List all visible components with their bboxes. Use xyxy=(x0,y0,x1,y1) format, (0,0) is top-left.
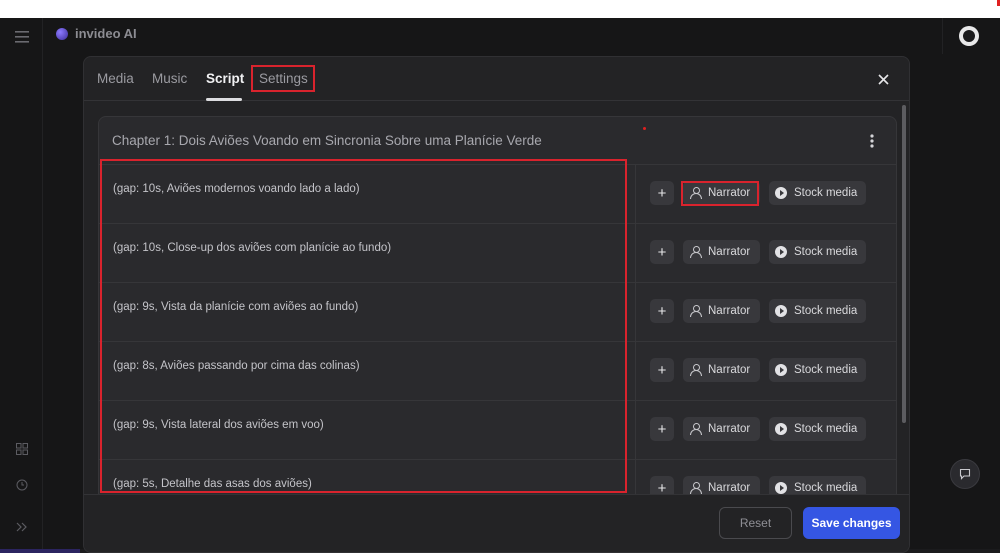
script-scroll-area[interactable]: Chapter 1: Dois Aviões Voando em Sincron… xyxy=(98,116,897,494)
row-divider xyxy=(635,460,636,494)
script-line[interactable]: (gap: 8s, Aviões passando por cima das c… xyxy=(113,360,633,372)
more-vertical-icon[interactable] xyxy=(864,130,880,152)
play-icon xyxy=(775,305,787,317)
bottom-accent xyxy=(0,549,80,553)
script-row: (gap: 10s, Aviões modernos voando lado a… xyxy=(99,165,896,224)
script-line[interactable]: (gap: 10s, Aviões modernos voando lado a… xyxy=(113,183,633,195)
chat-icon[interactable] xyxy=(950,459,980,489)
script-row: (gap: 5s, Detalhe das asas dos aviões) +… xyxy=(99,460,896,494)
script-line[interactable]: (gap: 9s, Vista da planície com aviões a… xyxy=(113,301,633,313)
person-icon xyxy=(690,246,702,258)
narrator-label: Narrator xyxy=(708,364,751,376)
stock-media-label: Stock media xyxy=(794,187,858,199)
person-icon xyxy=(690,364,702,376)
brand[interactable]: invideo AI xyxy=(56,26,137,41)
top-bar: invideo AI xyxy=(43,18,1000,54)
add-button[interactable]: + xyxy=(650,417,674,441)
left-rail xyxy=(0,18,43,553)
script-row: (gap: 9s, Vista da planície com aviões a… xyxy=(99,283,896,342)
play-icon xyxy=(775,364,787,376)
narrator-label: Narrator xyxy=(708,305,751,317)
script-row: (gap: 10s, Close-up dos aviões com planí… xyxy=(99,224,896,283)
narrator-label: Narrator xyxy=(708,423,751,435)
modal-tabs: Media Music Script Settings xyxy=(84,57,909,101)
script-line[interactable]: (gap: 5s, Detalhe das asas dos aviões) xyxy=(113,478,633,490)
edit-modal: Media Music Script Settings Chapter 1: D… xyxy=(83,56,910,553)
chapter-header: Chapter 1: Dois Aviões Voando em Sincron… xyxy=(99,117,896,165)
row-divider xyxy=(635,165,636,223)
play-icon xyxy=(775,482,787,494)
stock-media-button[interactable]: Stock media xyxy=(769,299,866,323)
play-icon xyxy=(775,423,787,435)
narrator-label: Narrator xyxy=(708,246,751,258)
stock-media-label: Stock media xyxy=(794,246,858,258)
active-tab-indicator xyxy=(206,98,242,101)
brand-logo-icon xyxy=(56,27,68,40)
stock-media-label: Stock media xyxy=(794,423,858,435)
add-button[interactable]: + xyxy=(650,476,674,494)
person-icon xyxy=(690,482,702,494)
add-button[interactable]: + xyxy=(650,181,674,205)
expand-icon[interactable] xyxy=(12,517,32,537)
person-icon xyxy=(690,187,702,199)
tab-music[interactable]: Music xyxy=(152,71,187,86)
stock-media-label: Stock media xyxy=(794,305,858,317)
menu-icon[interactable] xyxy=(12,27,32,47)
tab-settings[interactable]: Settings xyxy=(259,71,308,86)
row-divider xyxy=(635,283,636,341)
person-icon xyxy=(690,305,702,317)
narrator-button[interactable]: Narrator xyxy=(683,476,760,494)
script-row: (gap: 9s, Vista lateral dos aviões em vo… xyxy=(99,401,896,460)
grid-icon[interactable] xyxy=(12,439,32,459)
chapter-title: Chapter 1: Dois Aviões Voando em Sincron… xyxy=(112,133,542,148)
scrollbar-thumb[interactable] xyxy=(902,105,906,423)
tab-script[interactable]: Script xyxy=(206,71,244,86)
play-icon xyxy=(775,187,787,199)
script-line[interactable]: (gap: 9s, Vista lateral dos aviões em vo… xyxy=(113,419,633,431)
row-divider xyxy=(635,401,636,459)
stock-media-button[interactable]: Stock media xyxy=(769,181,866,205)
narrator-button[interactable]: Narrator xyxy=(683,417,760,441)
stock-media-label: Stock media xyxy=(794,364,858,376)
narrator-button[interactable]: Narrator xyxy=(683,299,760,323)
avatar-icon[interactable] xyxy=(959,26,979,46)
narrator-label: Narrator xyxy=(708,482,751,494)
chapter-card: Chapter 1: Dois Aviões Voando em Sincron… xyxy=(98,116,897,494)
add-button[interactable]: + xyxy=(650,240,674,264)
narrator-button[interactable]: Narrator xyxy=(683,181,760,205)
add-button[interactable]: + xyxy=(650,358,674,382)
person-icon xyxy=(690,423,702,435)
stock-media-button[interactable]: Stock media xyxy=(769,358,866,382)
stock-media-button[interactable]: Stock media xyxy=(769,417,866,441)
tab-media[interactable]: Media xyxy=(97,71,134,86)
modal-footer: Reset Save changes xyxy=(84,494,909,552)
narrator-button[interactable]: Narrator xyxy=(683,240,760,264)
script-line[interactable]: (gap: 10s, Close-up dos aviões com planí… xyxy=(113,242,633,254)
avatar-container xyxy=(942,18,1000,54)
save-changes-button[interactable]: Save changes xyxy=(803,507,900,539)
stock-media-button[interactable]: Stock media xyxy=(769,240,866,264)
add-button[interactable]: + xyxy=(650,299,674,323)
script-row: (gap: 8s, Aviões passando por cima das c… xyxy=(99,342,896,401)
brand-name: invideo AI xyxy=(75,26,137,41)
row-divider xyxy=(635,224,636,282)
clock-icon[interactable] xyxy=(12,475,32,495)
stock-media-button[interactable]: Stock media xyxy=(769,476,866,494)
close-icon[interactable] xyxy=(872,68,894,90)
play-icon xyxy=(775,246,787,258)
stock-media-label: Stock media xyxy=(794,482,858,494)
reset-button[interactable]: Reset xyxy=(719,507,792,539)
annotation-dot xyxy=(643,127,646,130)
narrator-label: Narrator xyxy=(708,187,751,199)
row-divider xyxy=(635,342,636,400)
narrator-button[interactable]: Narrator xyxy=(683,358,760,382)
